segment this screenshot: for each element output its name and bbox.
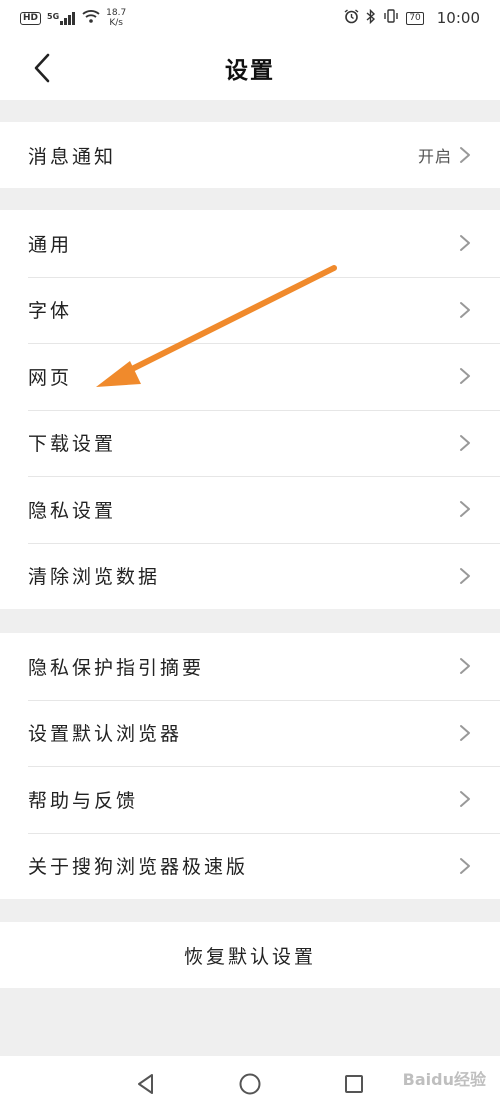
settings-item-label: 消息通知 — [28, 145, 117, 168]
settings-item-label: 隐私设置 — [28, 499, 117, 522]
settings-item-privacy-guide[interactable]: 隐私保护指引摘要 — [0, 633, 500, 700]
status-bar: HD 5G 18.7 K/s 70 10:00 — [0, 0, 500, 36]
recents-square-icon[interactable] — [341, 1071, 367, 1097]
clock: 10:00 — [436, 9, 480, 27]
back-triangle-icon[interactable] — [133, 1071, 159, 1097]
general-settings-group: 通用 字体 网页 下载设置 隐私设置 清除浏览数据 — [0, 210, 500, 609]
chevron-left-icon[interactable] — [28, 52, 60, 84]
wifi-icon — [82, 9, 100, 27]
reset-label: 恢复默认设置 — [183, 945, 316, 968]
settings-item-webpage[interactable]: 网页 — [0, 343, 500, 410]
chevron-right-icon — [460, 301, 470, 318]
title-bar: 设置 — [0, 36, 500, 100]
chevron-right-icon — [460, 235, 470, 252]
network-speed: 18.7 K/s — [106, 8, 126, 28]
chevron-right-icon — [460, 567, 470, 584]
reset-default-settings-button[interactable]: 恢复默认设置 — [0, 922, 500, 988]
settings-item-help-feedback[interactable]: 帮助与反馈 — [0, 766, 500, 833]
chevron-right-icon — [460, 434, 470, 451]
page-title: 设置 — [225, 58, 275, 84]
settings-item-about[interactable]: 关于搜狗浏览器极速版 — [0, 832, 500, 900]
speed-value: 18.7 — [106, 8, 127, 18]
notification-status: 开启 — [417, 147, 452, 166]
settings-item-font[interactable]: 字体 — [0, 276, 500, 344]
watermark: Baidu经验 — [402, 1070, 486, 1089]
settings-item-general[interactable]: 通用 — [0, 210, 500, 277]
settings-item-label: 清除浏览数据 — [28, 566, 161, 589]
speed-unit: K/s — [109, 18, 123, 28]
vibrate-icon — [383, 9, 399, 27]
bluetooth-icon — [366, 8, 376, 28]
chevron-right-icon — [460, 501, 470, 518]
hd-badge: HD — [20, 11, 42, 25]
alarm-icon — [344, 8, 359, 28]
chevron-right-icon — [460, 791, 470, 808]
settings-item-notifications[interactable]: 消息通知 开启 — [0, 122, 500, 188]
signal-icon: 5G — [47, 11, 76, 25]
about-settings-group: 隐私保护指引摘要 设置默认浏览器 帮助与反馈 关于搜狗浏览器极速版 — [0, 633, 500, 899]
settings-item-label: 下载设置 — [28, 433, 117, 456]
settings-item-privacy[interactable]: 隐私设置 — [0, 476, 500, 543]
battery-icon: 70 — [406, 11, 424, 25]
settings-item-download[interactable]: 下载设置 — [0, 409, 500, 477]
settings-item-default-browser[interactable]: 设置默认浏览器 — [0, 699, 500, 767]
settings-item-clear-data[interactable]: 清除浏览数据 — [0, 542, 500, 610]
home-circle-icon[interactable] — [237, 1071, 263, 1097]
settings-item-label: 设置默认浏览器 — [28, 723, 183, 746]
chevron-right-icon — [460, 658, 470, 675]
settings-item-label: 隐私保护指引摘要 — [28, 656, 205, 679]
settings-item-label: 关于搜狗浏览器极速版 — [28, 856, 249, 879]
settings-item-label: 字体 — [28, 300, 73, 323]
reset-group: 恢复默认设置 — [0, 922, 500, 988]
chevron-right-icon — [460, 147, 470, 163]
settings-item-label: 通用 — [28, 233, 73, 256]
settings-item-label: 帮助与反馈 — [28, 789, 139, 812]
chevron-right-icon — [460, 368, 470, 385]
notification-group: 消息通知 开启 — [0, 122, 500, 188]
chevron-right-icon — [460, 724, 470, 741]
chevron-right-icon — [460, 857, 470, 874]
settings-item-label: 网页 — [28, 366, 73, 389]
network-type: 5G — [47, 11, 60, 21]
